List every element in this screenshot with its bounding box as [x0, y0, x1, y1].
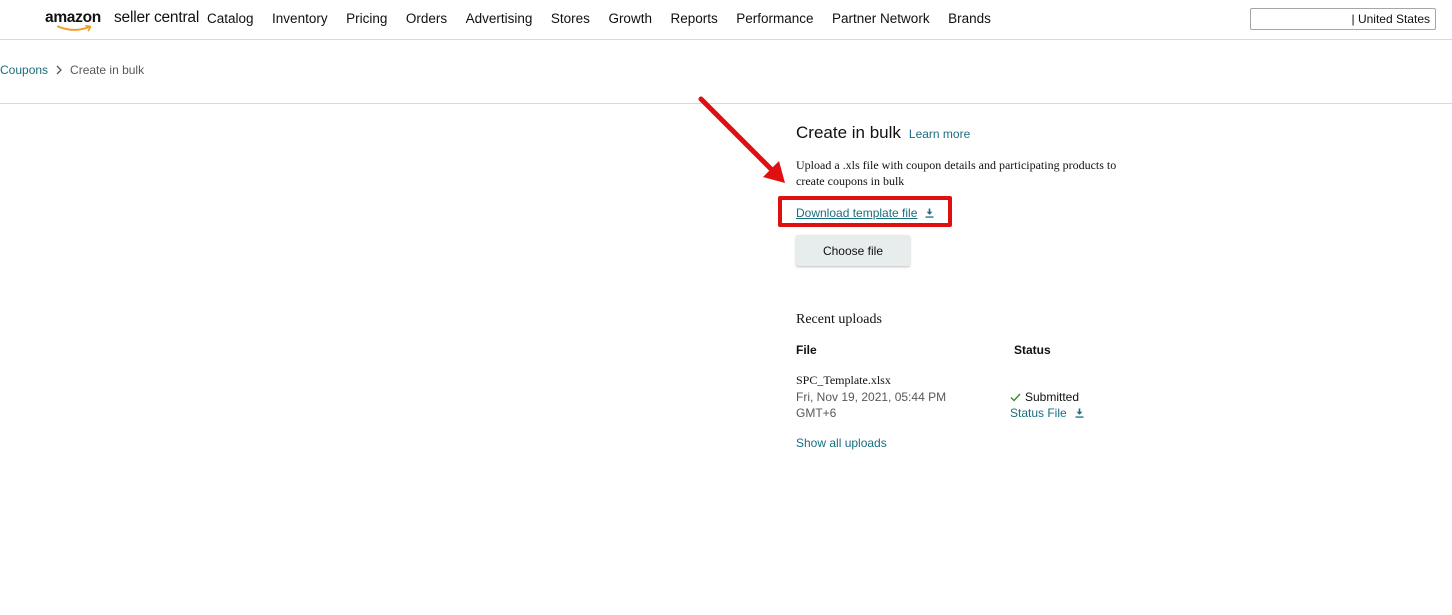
nav-orders[interactable]: Orders — [406, 11, 447, 26]
breadcrumb: Coupons Create in bulk — [0, 63, 144, 77]
page-title: Create in bulk — [796, 123, 901, 142]
upload-file-name: SPC_Template.xlsx — [796, 373, 891, 387]
file-column-header: File — [796, 343, 817, 357]
nav-brands[interactable]: Brands — [948, 11, 991, 26]
upload-timestamp: Fri, Nov 19, 2021, 05:44 PM GMT+6 — [796, 390, 947, 420]
status-text: Submitted — [1025, 390, 1080, 404]
recent-uploads-heading: Recent uploads — [796, 312, 882, 327]
title-row: Create in bulk Learn more — [796, 123, 1126, 143]
choose-file-button[interactable]: Choose file — [796, 235, 910, 266]
amazon-smile-icon — [57, 25, 92, 32]
nav-pricing[interactable]: Pricing — [346, 11, 387, 26]
search-input[interactable]: | United States — [1250, 8, 1436, 30]
nav-catalog[interactable]: Catalog — [207, 11, 254, 26]
main-nav-menu: Catalog Inventory Pricing Orders Adverti… — [207, 11, 1009, 26]
download-icon — [925, 208, 934, 218]
nav-partner-network[interactable]: Partner Network — [832, 11, 930, 26]
download-template-label: Download template file — [796, 206, 918, 220]
status-submitted: Submitted — [1010, 389, 1084, 405]
marketplace-region-label[interactable]: | United States — [1352, 12, 1431, 26]
status-file-label: Status File — [1010, 406, 1067, 420]
red-arrow-annotation — [698, 96, 785, 183]
upload-description: Upload a .xls file with coupon details a… — [796, 158, 1117, 188]
nav-performance[interactable]: Performance — [736, 11, 813, 26]
breadcrumb-coupons-link[interactable]: Coupons — [0, 63, 48, 77]
status-column-header: Status — [1014, 343, 1051, 357]
nav-stores[interactable]: Stores — [551, 11, 590, 26]
nav-advertising[interactable]: Advertising — [466, 11, 533, 26]
create-in-bulk-panel: Create in bulk Learn more Upload a .xls … — [796, 123, 1126, 450]
show-all-uploads-link[interactable]: Show all uploads — [796, 436, 887, 450]
top-navigation-bar: amazon seller central Catalog Inventory … — [0, 0, 1452, 40]
status-file-link[interactable]: Status File — [1010, 405, 1084, 421]
chevron-right-icon — [56, 65, 62, 75]
breadcrumb-current-page: Create in bulk — [70, 63, 145, 77]
logo-seller-central-word: seller central — [114, 9, 200, 26]
nav-growth[interactable]: Growth — [608, 11, 652, 26]
check-icon — [1010, 393, 1021, 402]
learn-more-link[interactable]: Learn more — [909, 127, 970, 141]
nav-inventory[interactable]: Inventory — [272, 11, 328, 26]
download-template-link[interactable]: Download template file — [796, 206, 934, 220]
upload-status-cell: Submitted Status File — [1010, 389, 1084, 421]
nav-reports[interactable]: Reports — [670, 11, 717, 26]
download-icon — [1075, 408, 1084, 418]
